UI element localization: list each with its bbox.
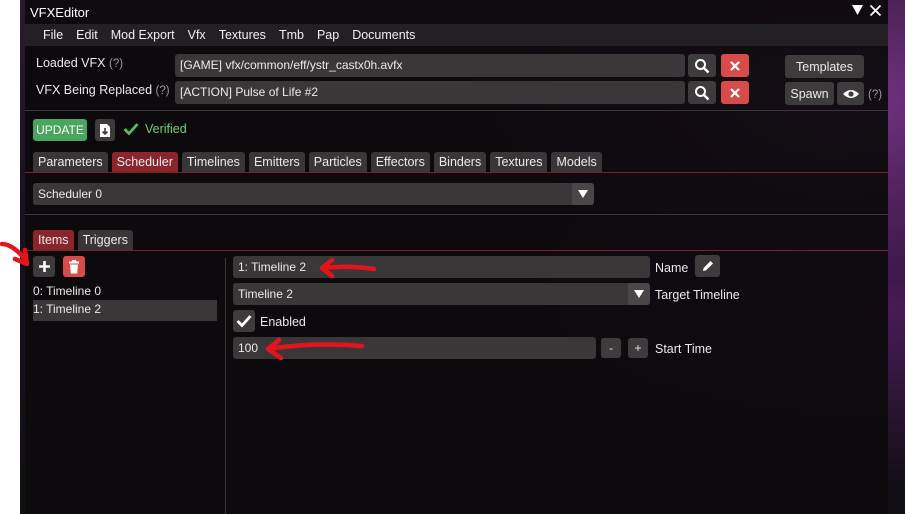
main-tabs: Parameters Scheduler Timelines Emitters … [33,152,602,172]
templates-button[interactable]: Templates [785,55,864,78]
vfx-editor-window: File Edit Mod Export Vfx Textures Tmb Pa… [25,0,888,514]
loaded-vfx-search-button[interactable] [688,54,716,77]
panel-divider [225,258,226,514]
delete-item-button[interactable] [63,256,85,277]
loaded-vfx-input[interactable]: [GAME] vfx/common/eff/ystr_castx0h.avfx [175,54,685,77]
window-title: VFXEditor [30,5,90,20]
spawn-help-text: (?) [868,89,883,101]
spawn-help[interactable]: (?) [868,87,882,101]
item-name-input[interactable]: 1: Timeline 2 [233,256,650,278]
tab-underline [25,172,888,173]
enabled-label: Enabled [260,315,306,329]
subtab-underline [25,250,888,251]
replaced-vfx-help[interactable]: (?) [156,85,170,97]
checkmark-icon [236,315,252,328]
target-timeline-label: Target Timeline [655,288,740,302]
verified-status: Verified [123,122,187,136]
scheduler-select[interactable]: Scheduler 0 [33,183,594,205]
decrement-button[interactable]: - [601,338,621,358]
verified-label: Verified [145,122,187,136]
target-timeline-select[interactable]: Timeline 2 [233,283,650,305]
target-timeline-value: Timeline 2 [238,287,293,301]
spawn-button[interactable]: Spawn [785,82,834,105]
close-icon [730,60,740,71]
tab-parameters[interactable]: Parameters [33,152,108,172]
annotation-arrow-start-time [265,337,365,361]
tab-triggers[interactable]: Triggers [77,230,133,250]
menu-edit[interactable]: Edit [70,28,105,42]
replaced-vfx-clear-button[interactable] [721,81,749,104]
name-label: Name [655,261,689,275]
divider [25,214,888,215]
tab-emitters[interactable]: Emitters [248,152,305,172]
scheduler-select-value: Scheduler 0 [38,187,103,201]
replaced-vfx-search-button[interactable] [688,81,716,104]
tab-binders[interactable]: Binders [433,152,487,172]
pencil-icon [702,261,713,271]
tab-scheduler[interactable]: Scheduler [111,152,178,172]
export-button[interactable] [95,119,115,141]
search-icon [695,58,710,73]
divider [25,110,888,111]
checkmark-icon [123,123,139,136]
tab-particles[interactable]: Particles [308,152,367,172]
menu-pap[interactable]: Pap [311,28,346,42]
menu-bar: File Edit Mod Export Vfx Textures Tmb Pa… [25,24,888,46]
download-file-icon [100,123,110,137]
loaded-vfx-help[interactable]: (?) [109,58,123,70]
tab-effectors[interactable]: Effectors [370,152,430,172]
dropdown-arrow-icon [572,183,594,205]
eye-icon [842,89,859,98]
sub-tabs: Items Triggers [33,230,133,250]
tab-textures[interactable]: Textures [490,152,548,172]
replaced-vfx-input[interactable]: [ACTION] Pulse of Life #2 [175,81,685,104]
menu-vfx[interactable]: Vfx [182,28,213,42]
loaded-vfx-text: Loaded VFX [36,56,106,70]
enabled-checkbox[interactable] [233,310,255,332]
list-item[interactable]: 0: Timeline 0 [33,282,101,300]
loaded-vfx-label: Loaded VFX (?) [36,56,123,70]
increment-button[interactable]: + [628,338,648,358]
menu-textures[interactable]: Textures [213,28,273,42]
close-icon[interactable] [869,4,882,17]
rename-button[interactable] [695,255,720,277]
replaced-vfx-label: VFX Being Replaced (?) [36,83,170,97]
start-time-label: Start Time [655,342,712,356]
menu-mod-export[interactable]: Mod Export [105,28,182,42]
loaded-vfx-clear-button[interactable] [721,54,749,77]
list-item-selected[interactable]: 1: Timeline 2 [33,300,217,321]
preview-toggle-button[interactable] [837,82,864,105]
replaced-vfx-text: VFX Being Replaced [36,83,153,97]
update-button[interactable]: UPDATE [33,119,87,141]
tab-timelines[interactable]: Timelines [181,152,245,172]
annotation-arrow-name [319,257,377,279]
trash-icon [69,259,79,273]
menu-documents[interactable]: Documents [346,28,422,42]
annotation-arrow-add [0,241,30,267]
title-bar: VFXEditor [25,0,905,24]
dropdown-arrow-icon [628,283,650,305]
menu-tmb[interactable]: Tmb [273,28,311,42]
collapse-icon[interactable] [851,4,864,16]
menu-file[interactable]: File [37,28,70,42]
tab-models[interactable]: Models [551,152,602,172]
close-icon [730,87,740,98]
search-icon [695,85,710,100]
title-bar-controls [851,4,882,17]
